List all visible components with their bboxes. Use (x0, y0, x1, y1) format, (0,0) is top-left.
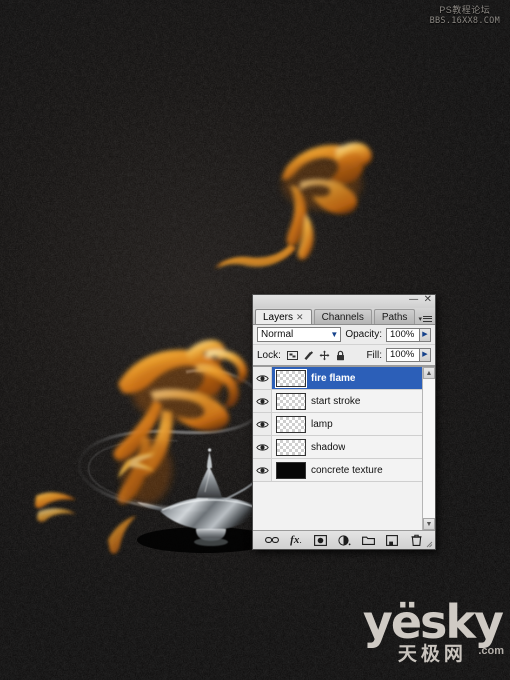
layer-row[interactable]: start stroke (253, 390, 422, 413)
opacity-control[interactable]: 100% ▶ (386, 327, 431, 342)
new-group-icon[interactable] (361, 533, 376, 547)
blend-mode-select[interactable]: Normal ▼ (257, 327, 342, 342)
panel-tabs[interactable]: Layers ✕ Channels Paths ▾ (253, 308, 435, 325)
tab-close-icon[interactable]: ✕ (296, 312, 304, 322)
layer-thumbnail[interactable] (276, 461, 306, 479)
add-layer-mask-icon[interactable] (313, 533, 328, 547)
fill-label: Fill: (366, 349, 382, 361)
eye-icon (255, 374, 269, 382)
new-layer-icon[interactable] (385, 533, 400, 547)
lock-row[interactable]: Lock: Fill: 100% ▶ (253, 345, 435, 366)
panel-menu-bars-icon (423, 314, 432, 323)
yesky-brand-text: yësky (362, 594, 504, 649)
blend-mode-value: Normal (261, 329, 294, 340)
layer-name: shadow (311, 441, 346, 453)
tab-layers-label: Layers (263, 312, 294, 323)
layer-visibility-toggle[interactable] (253, 413, 272, 435)
tab-channels[interactable]: Channels (313, 309, 372, 324)
tab-channels-label: Channels (321, 312, 364, 323)
layer-name: lamp (311, 418, 333, 430)
layer-row[interactable]: shadow (253, 436, 422, 459)
fill-slider-arrow-icon[interactable]: ▶ (420, 348, 431, 362)
layer-visibility-toggle[interactable] (253, 367, 272, 389)
layers-panel-footer[interactable]: fx. (253, 530, 435, 549)
lock-position-icon[interactable] (319, 350, 330, 361)
panel-window-buttons: — ✕ (409, 295, 432, 305)
opacity-input[interactable]: 100% (386, 327, 420, 342)
layer-thumbnail[interactable] (276, 438, 306, 456)
layer-style-fx-icon[interactable]: fx. (289, 533, 304, 547)
watermark-line-2: BBS.16XX8.COM (429, 16, 500, 27)
layers-list-area[interactable]: fire flame start stroke lamp shadow conc… (253, 366, 435, 530)
layer-row[interactable]: concrete texture (253, 459, 422, 482)
fill-control[interactable]: 100% ▶ (386, 348, 431, 362)
eye-icon (255, 420, 269, 428)
lock-icon-group[interactable] (286, 350, 346, 361)
lock-label: Lock: (257, 349, 281, 361)
tab-layers[interactable]: Layers ✕ (255, 309, 312, 324)
watermark-line-1: PS教程论坛 (439, 5, 491, 15)
lock-transparent-pixels-icon[interactable] (286, 350, 298, 361)
scrollbar-track[interactable] (423, 379, 435, 518)
eye-icon (255, 466, 269, 474)
new-adjustment-layer-icon[interactable] (337, 533, 352, 547)
close-icon[interactable]: ✕ (424, 295, 432, 305)
yesky-domain-suffix: .com (478, 645, 504, 657)
layer-visibility-toggle[interactable] (253, 459, 272, 481)
layer-row[interactable]: lamp (253, 413, 422, 436)
resize-grip-icon[interactable] (426, 541, 433, 548)
panel-menu-arrow-icon: ▾ (418, 315, 422, 323)
layers-scrollbar[interactable]: ▲ ▼ (422, 367, 435, 530)
minimize-icon[interactable]: — (409, 295, 419, 305)
layer-visibility-toggle[interactable] (253, 436, 272, 458)
lock-all-icon[interactable] (335, 350, 346, 361)
layer-row[interactable]: fire flame (253, 367, 422, 390)
opacity-slider-arrow-icon[interactable]: ▶ (420, 327, 431, 342)
yesky-logo: yësky .com 天极网 (362, 594, 504, 666)
layers-list[interactable]: fire flame start stroke lamp shadow conc… (253, 367, 422, 530)
layer-name: concrete texture (311, 464, 383, 476)
delete-layer-icon[interactable] (409, 533, 424, 547)
blend-mode-row[interactable]: Normal ▼ Opacity: 100% ▶ (253, 325, 435, 345)
layers-panel[interactable]: — ✕ Layers ✕ Channels Paths ▾ Normal ▼ Op… (252, 294, 436, 550)
eye-icon (255, 397, 269, 405)
site-watermark: PS教程论坛 BBS.16XX8.COM (430, 5, 500, 27)
panel-menu-icon[interactable]: ▾ (418, 314, 432, 323)
layer-name: fire flame (311, 372, 356, 384)
scroll-up-button[interactable]: ▲ (423, 367, 435, 379)
panel-titlebar[interactable]: — ✕ (253, 295, 435, 308)
tab-paths-label: Paths (381, 312, 408, 323)
link-layers-icon[interactable] (265, 533, 280, 547)
fill-input[interactable]: 100% (386, 348, 420, 362)
layer-thumbnail[interactable] (276, 392, 306, 410)
chevron-down-icon: ▼ (330, 330, 339, 339)
lock-image-pixels-icon[interactable] (303, 350, 314, 361)
opacity-label: Opacity: (345, 329, 382, 340)
tab-paths[interactable]: Paths (373, 309, 416, 324)
scroll-down-button[interactable]: ▼ (423, 518, 435, 530)
layer-thumbnail[interactable] (276, 415, 306, 433)
layer-name: start stroke (311, 395, 361, 407)
layer-visibility-toggle[interactable] (253, 390, 272, 412)
layer-thumbnail[interactable] (275, 368, 307, 388)
eye-icon (255, 443, 269, 451)
